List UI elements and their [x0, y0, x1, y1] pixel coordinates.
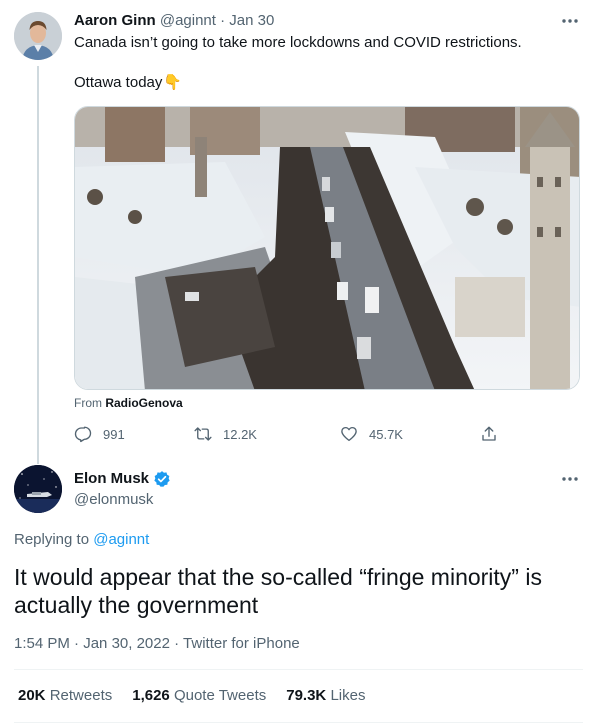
replying-to-handle-link[interactable]: @aginnt	[93, 531, 149, 548]
quote-tweets-stat[interactable]: 1,626 Quote Tweets	[132, 686, 266, 706]
tweet1-separator: ·	[220, 12, 226, 29]
tweet1-text-line1: Canada isn’t going to take more lockdown…	[74, 34, 522, 51]
tweet1-author-name[interactable]: Aaron Ginn	[74, 12, 156, 29]
like-count: 45.7K	[369, 426, 403, 442]
tweet2-meta-separator-1: ·	[74, 635, 80, 652]
tweet1-date[interactable]: Jan 30	[229, 12, 274, 29]
likes-stat-label: Likes	[330, 687, 366, 704]
media-attribution-source[interactable]: RadioGenova	[105, 396, 182, 410]
retweet-icon	[194, 427, 212, 441]
reply-icon	[74, 426, 92, 443]
tweet2-date[interactable]: Jan 30, 2022	[83, 635, 170, 652]
retweet-button[interactable]: 12.2K	[194, 423, 257, 445]
likes-stat[interactable]: 79.3K Likes	[286, 686, 365, 706]
tweet2-meta-separator-2: ·	[174, 635, 180, 652]
retweet-count: 12.2K	[223, 426, 257, 442]
tweet2-author-handle[interactable]: @elonmusk	[74, 490, 153, 510]
tweet2-client[interactable]: Twitter for iPhone	[183, 635, 300, 652]
tweet2-author-name[interactable]: Elon Musk	[74, 469, 149, 489]
retweets-stat-label: Retweets	[49, 687, 113, 704]
media-attribution-prefix: From	[74, 396, 102, 410]
tweet1-author-handle[interactable]: @aginnt	[160, 12, 216, 29]
like-button[interactable]: 45.7K	[340, 423, 403, 445]
avatar-elon-musk[interactable]	[14, 465, 62, 513]
avatar-aaron-ginn[interactable]	[14, 12, 62, 60]
media-attribution: From RadioGenova	[74, 396, 183, 410]
thread-connector-line	[37, 66, 39, 464]
more-icon	[562, 19, 578, 23]
tweet2-more-button[interactable]	[558, 469, 582, 489]
retweets-stat[interactable]: 20K Retweets	[18, 686, 112, 706]
heart-icon	[341, 426, 357, 442]
quote-tweets-stat-value: 1,626	[132, 687, 170, 704]
reply-count: 991	[103, 426, 125, 442]
tweet2-time[interactable]: 1:54 PM	[14, 635, 70, 652]
replying-to-line: Replying to @aginnt	[14, 530, 149, 550]
tweet1-header: Aaron Ginn @aginnt · Jan 30	[74, 11, 274, 31]
retweets-stat-value: 20K	[18, 687, 46, 704]
tweet2-text: It would appear that the so-called “frin…	[14, 564, 542, 618]
share-button[interactable]	[480, 423, 509, 445]
likes-stat-value: 79.3K	[286, 687, 327, 704]
share-icon	[482, 426, 496, 441]
more-icon	[562, 477, 578, 481]
divider-bottom	[14, 722, 583, 723]
tweet1-more-button[interactable]	[558, 11, 582, 31]
quote-tweets-stat-label: Quote Tweets	[173, 687, 267, 704]
ottawa-crowd-aerial-image	[75, 107, 579, 389]
tweet2-author-name-row: Elon Musk	[74, 469, 171, 489]
tweet2-meta: 1:54 PM · Jan 30, 2022 · Twitter for iPh…	[14, 634, 300, 654]
pointing-down-emoji: 👇	[163, 74, 183, 91]
divider-top	[14, 669, 583, 670]
tweet1-text-line2-label: Ottawa today	[74, 74, 163, 91]
tweet1-text-line2: Ottawa today 👇	[74, 73, 182, 93]
reply-button[interactable]: 991	[74, 423, 125, 445]
tweet2-stats: 20K Retweets 1,626 Quote Tweets 79.3K Li…	[18, 686, 385, 706]
tweet1-action-bar: 991 12.2K 45.7K	[74, 423, 514, 445]
replying-to-prefix: Replying to	[14, 531, 90, 548]
verified-badge-icon	[154, 471, 170, 487]
tweet1-media-video[interactable]	[74, 106, 580, 390]
